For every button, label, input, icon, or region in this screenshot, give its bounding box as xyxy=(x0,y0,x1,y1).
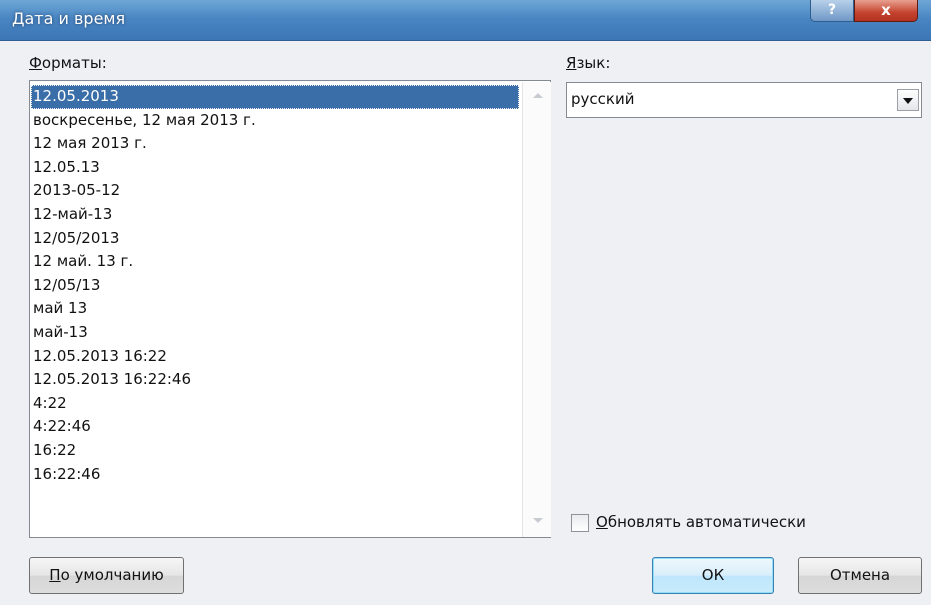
format-list-item[interactable]: 4:22:46 xyxy=(31,415,521,439)
help-button[interactable]: ? xyxy=(810,0,854,22)
auto-update-checkbox[interactable] xyxy=(571,514,589,532)
formats-listbox[interactable]: 12.05.2013 воскресенье, 12 мая 2013 г. 12 … xyxy=(29,80,551,538)
cancel-button[interactable]: Отмена xyxy=(798,557,922,594)
window-title: Дата и время xyxy=(12,9,126,28)
format-list-item[interactable]: 12.05.2013 xyxy=(31,85,519,109)
formats-label: Форматы: xyxy=(29,54,107,72)
language-dropdown-button[interactable] xyxy=(897,89,919,111)
format-list-item[interactable]: 12.05.2013 16:22 xyxy=(31,345,521,369)
format-list-item[interactable]: май 13 xyxy=(31,297,521,321)
language-select[interactable]: русский xyxy=(566,82,922,118)
formats-list: 12.05.2013 воскресенье, 12 мая 2013 г. 12 … xyxy=(31,85,521,486)
format-list-item[interactable]: 12 мая 2013 г. xyxy=(31,132,521,156)
ok-button[interactable]: ОК xyxy=(652,557,774,594)
format-list-item[interactable]: май-13 xyxy=(31,321,521,345)
formats-scrollbar[interactable] xyxy=(522,82,551,537)
format-list-item[interactable]: 12.05.2013 16:22:46 xyxy=(31,368,521,392)
format-list-item[interactable]: 16:22:46 xyxy=(31,463,521,487)
scroll-up-arrow-icon[interactable] xyxy=(533,93,543,98)
format-list-item[interactable]: 12/05/2013 xyxy=(31,227,521,251)
format-list-item[interactable]: 12-май-13 xyxy=(31,203,521,227)
format-list-item[interactable]: 2013-05-12 xyxy=(31,179,521,203)
help-icon: ? xyxy=(827,2,837,18)
close-button[interactable]: x xyxy=(854,0,918,22)
format-list-item[interactable]: 4:22 xyxy=(31,392,521,416)
scroll-down-arrow-icon[interactable] xyxy=(533,518,543,523)
format-list-item[interactable]: 16:22 xyxy=(31,439,521,463)
language-label: Язык: xyxy=(566,54,611,72)
auto-update-label[interactable]: Обновлять автоматически xyxy=(596,513,806,531)
title-bar[interactable]: Дата и время ? x xyxy=(0,0,931,41)
format-list-item[interactable]: 12.05.13 xyxy=(31,156,521,180)
format-list-item[interactable]: 12 май. 13 г. xyxy=(31,250,521,274)
date-time-dialog: Дата и время ? x Форматы: 12.05.2013 воск… xyxy=(0,0,931,605)
chevron-down-icon xyxy=(903,98,913,104)
format-list-item[interactable]: воскресенье, 12 мая 2013 г. xyxy=(31,109,521,133)
close-icon: x xyxy=(881,1,891,19)
format-list-item[interactable]: 12/05/13 xyxy=(31,274,521,298)
set-default-button[interactable]: По умолчанию xyxy=(29,557,184,594)
language-value: русский xyxy=(571,90,635,108)
